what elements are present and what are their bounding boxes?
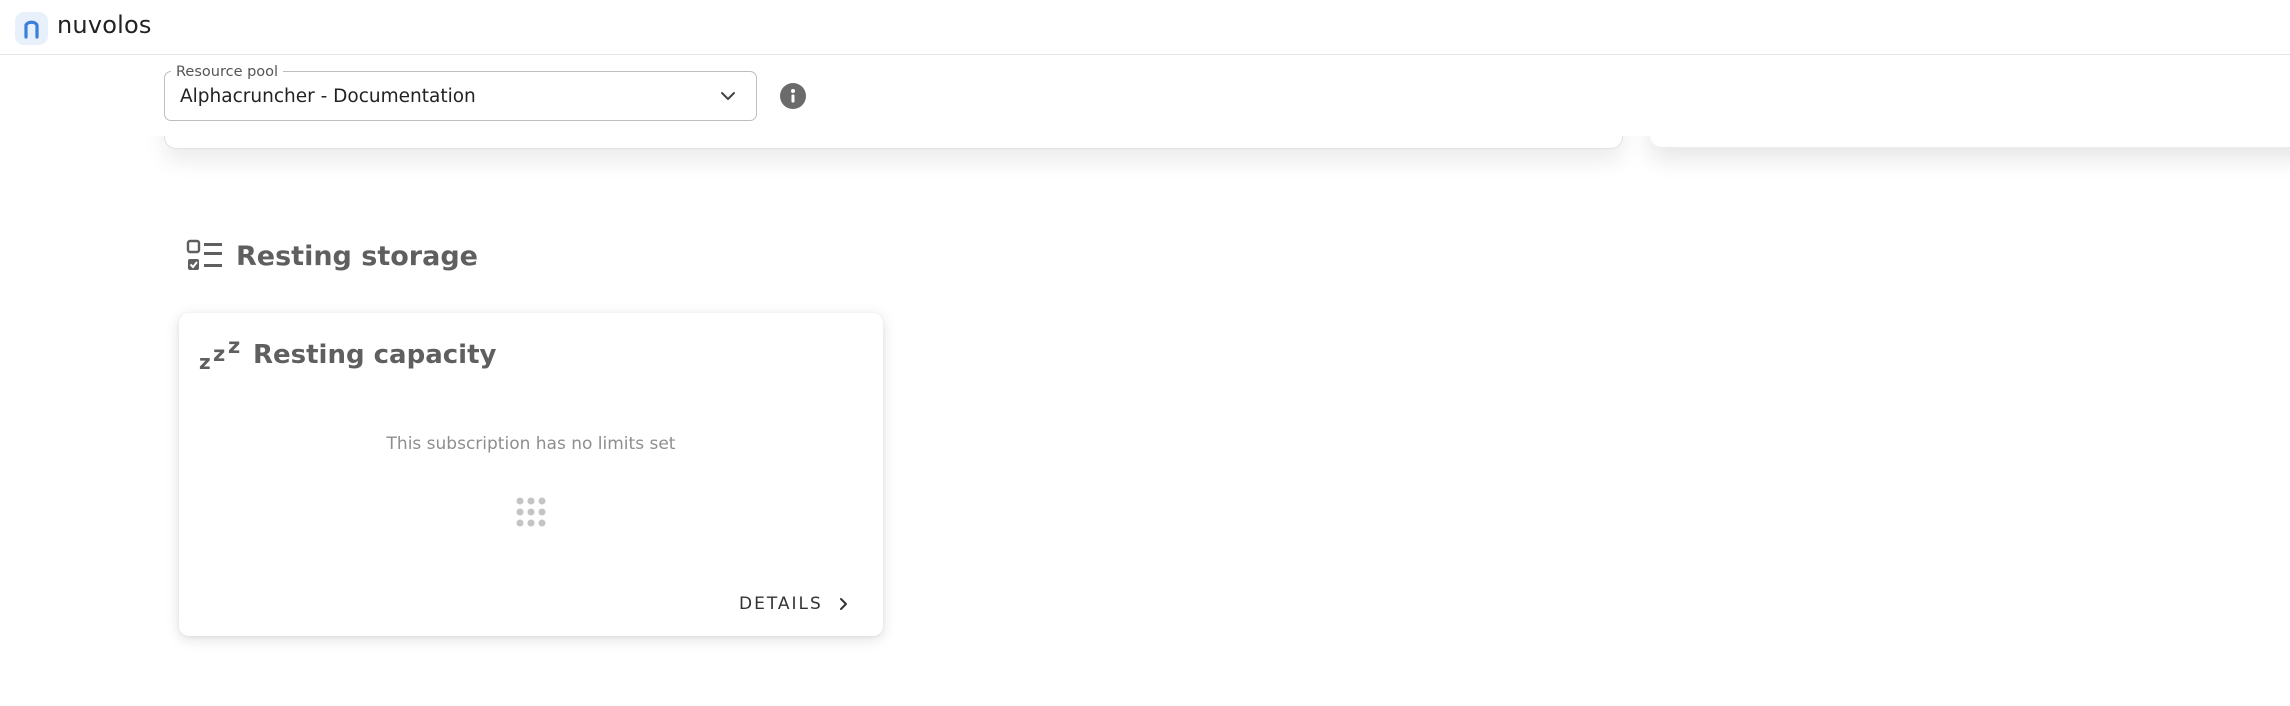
resource-pool-bar: Alphacruncher - Documentation Resource p… xyxy=(0,56,2290,136)
resource-pool-value: Alphacruncher - Documentation xyxy=(180,86,476,107)
page: nuvolos Alphacruncher - Documentation Re… xyxy=(0,0,2290,706)
checklist-icon xyxy=(186,239,222,270)
chevron-down-icon[interactable] xyxy=(718,86,738,106)
chevron-right-icon xyxy=(839,598,847,610)
info-icon[interactable] xyxy=(780,83,806,109)
no-limits-message: This subscription has no limits set xyxy=(386,434,676,454)
details-button[interactable]: DETAILS xyxy=(739,589,851,619)
card-title: Resting capacity xyxy=(253,340,497,370)
resource-pool-label: Resource pool xyxy=(171,64,284,80)
brand-name[interactable]: nuvolos xyxy=(57,11,152,39)
card-header: z z z Resting capacity xyxy=(199,334,497,374)
resting-capacity-card: z z z Resting capacity This subscription… xyxy=(179,313,883,636)
section-header: Resting storage xyxy=(186,236,478,276)
loading-dots-icon xyxy=(516,497,546,527)
section-title: Resting storage xyxy=(236,240,478,272)
top-bar: nuvolos xyxy=(0,0,2290,55)
details-label: DETAILS xyxy=(739,594,823,614)
nuvolos-logo-icon[interactable] xyxy=(15,12,48,45)
zzz-sleep-icon: z z z xyxy=(199,334,241,374)
